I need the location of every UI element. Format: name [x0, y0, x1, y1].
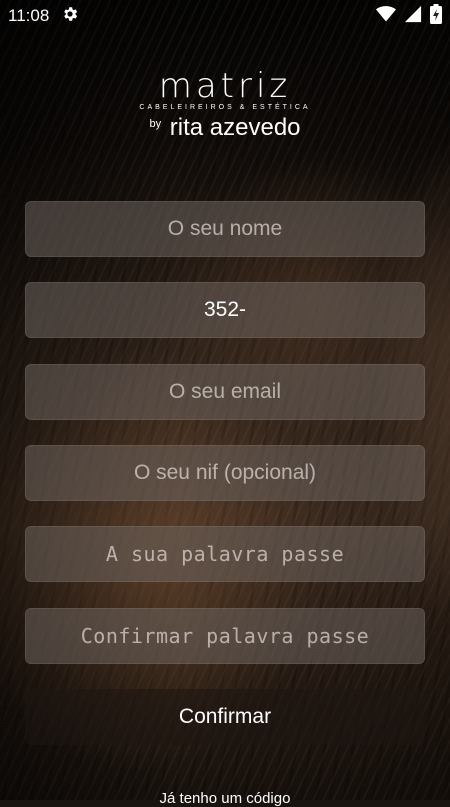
phone-field[interactable] — [25, 282, 425, 338]
email-field[interactable] — [25, 364, 425, 420]
have-code-link[interactable]: Já tenho um código — [0, 790, 450, 807]
app-logo: matriz CABELEIREIROS & ESTÉTICA by rita … — [0, 66, 450, 141]
phone-input[interactable] — [26, 282, 424, 338]
status-time: 11:08 — [8, 6, 50, 25]
email-input[interactable] — [26, 364, 424, 420]
password-field[interactable] — [25, 526, 425, 582]
confirm-password-field[interactable] — [25, 608, 425, 664]
settings-gear-icon — [61, 5, 79, 28]
logo-brand: matriz — [158, 66, 292, 106]
password-input[interactable] — [26, 526, 424, 582]
cell-signal-icon — [404, 5, 422, 28]
nif-input[interactable] — [26, 445, 424, 501]
battery-charging-icon — [430, 3, 442, 29]
nif-field[interactable] — [25, 445, 425, 501]
logo-by: by — [149, 118, 162, 130]
confirm-button[interactable]: Confirmar — [25, 689, 425, 745]
logo-tagline: CABELEIREIROS & ESTÉTICA — [139, 104, 311, 111]
logo-byline: by rita azevedo — [0, 111, 450, 141]
name-field[interactable] — [25, 201, 425, 257]
confirm-password-input[interactable] — [26, 608, 424, 664]
name-input[interactable] — [26, 201, 424, 257]
wifi-icon — [376, 5, 396, 28]
status-bar: 11:08 — [0, 0, 450, 32]
logo-name: rita azevedo — [169, 114, 301, 141]
